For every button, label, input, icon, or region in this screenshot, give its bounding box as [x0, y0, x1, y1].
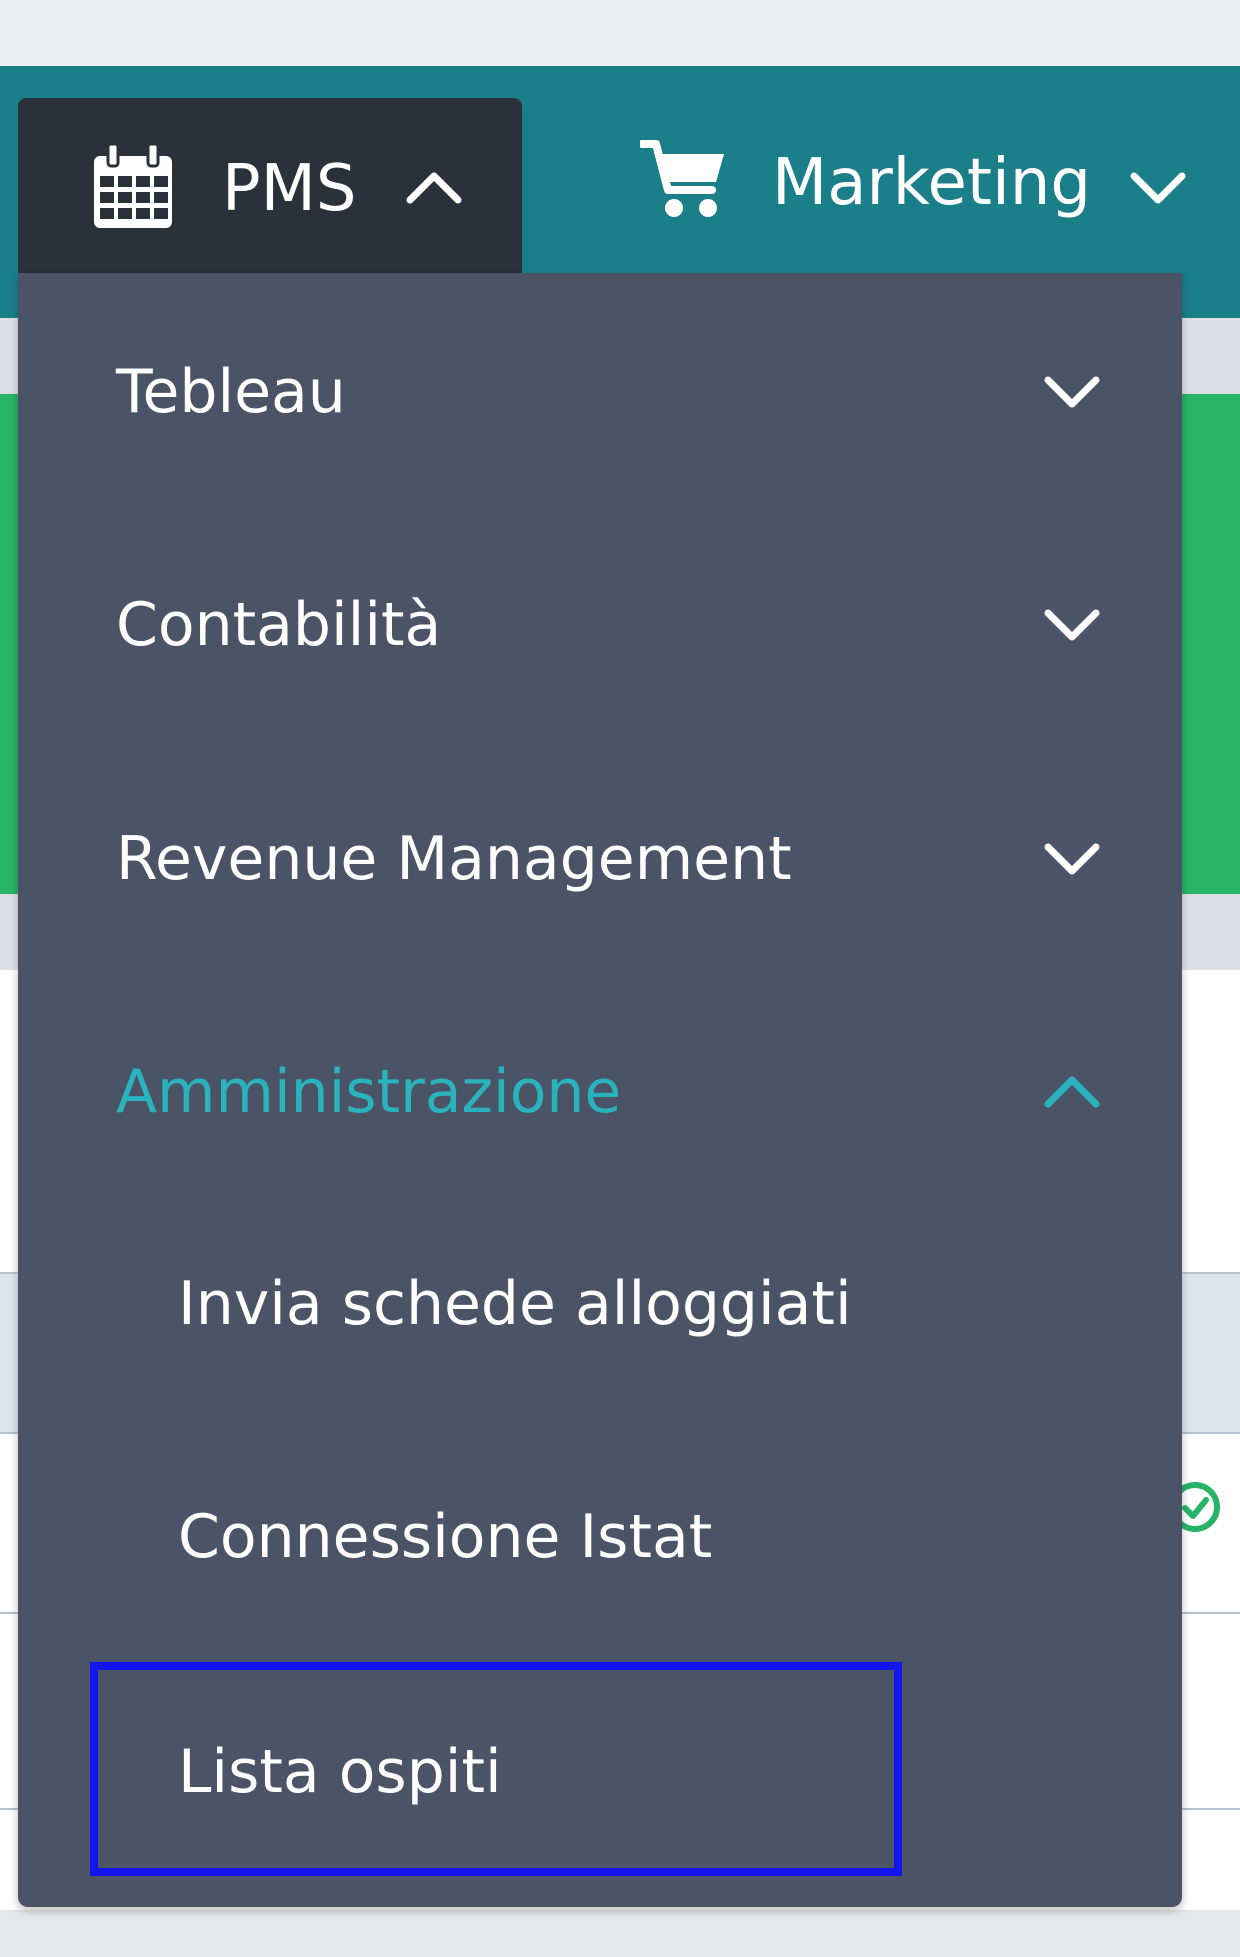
- menu-item-label: Tebleau: [116, 357, 346, 427]
- nav-tab-pms-label: PMS: [222, 152, 357, 226]
- menu-item-amministrazione[interactable]: Amministrazione: [18, 1032, 1182, 1152]
- chevron-up-icon: [406, 172, 462, 204]
- menu-item-label: Revenue Management: [116, 824, 792, 894]
- status-banner: [1180, 394, 1240, 894]
- chevron-down-icon: [1130, 172, 1186, 204]
- chevron-down-icon: [1044, 843, 1100, 875]
- menu-item-label: Contabilità: [116, 590, 442, 660]
- calendar-icon: [94, 142, 172, 228]
- nav-tab-marketing-label: Marketing: [772, 146, 1091, 220]
- submenu-item-label: Invia schede alloggiati: [178, 1269, 852, 1339]
- top-strip: [0, 0, 1240, 66]
- pms-dropdown-menu: Tebleau Contabilità Revenue Management A…: [18, 273, 1182, 1907]
- submenu-item-invia-schede-alloggiati[interactable]: Invia schede alloggiati: [18, 1244, 1182, 1364]
- chevron-down-icon: [1044, 609, 1100, 641]
- menu-item-tebleau[interactable]: Tebleau: [18, 332, 1182, 452]
- menu-item-contabilita[interactable]: Contabilità: [18, 565, 1182, 685]
- chevron-up-icon: [1044, 1076, 1100, 1108]
- submenu-item-label: Connessione Istat: [178, 1502, 713, 1572]
- page-bottom: [0, 1910, 1240, 1957]
- nav-tab-pms[interactable]: PMS: [18, 98, 522, 273]
- chevron-down-icon: [1044, 376, 1100, 408]
- submenu-item-label: Lista ospiti: [178, 1737, 502, 1807]
- status-banner-left-edge: [0, 394, 18, 894]
- submenu-item-lista-ospiti[interactable]: Lista ospiti: [18, 1712, 1182, 1832]
- cart-icon: [640, 140, 724, 217]
- menu-item-label: Amministrazione: [116, 1057, 622, 1127]
- submenu-item-connessione-istat[interactable]: Connessione Istat: [18, 1477, 1182, 1597]
- menu-item-revenue-management[interactable]: Revenue Management: [18, 799, 1182, 919]
